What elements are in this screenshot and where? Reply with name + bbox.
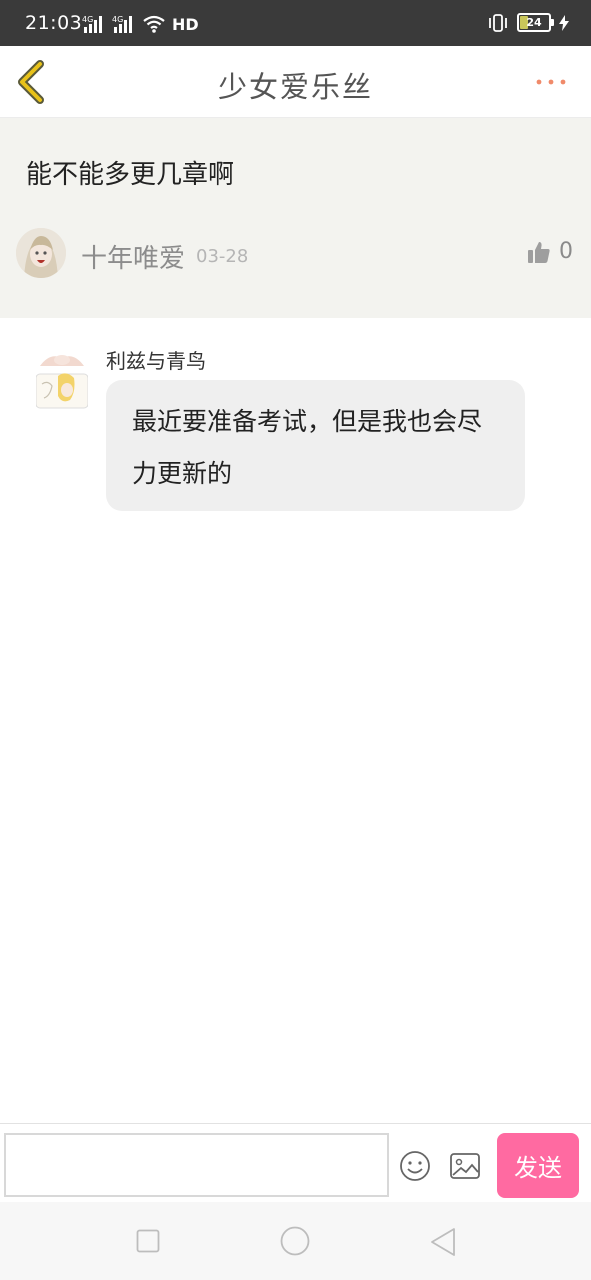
more-button[interactable]	[533, 72, 573, 92]
image-button[interactable]	[449, 1152, 481, 1180]
status-right-icons: 24	[487, 13, 569, 32]
send-button[interactable]: 发送	[497, 1133, 579, 1198]
circle-icon	[280, 1226, 310, 1256]
vibrate-icon	[489, 13, 507, 32]
image-icon	[450, 1153, 480, 1179]
reply-message-bubble: 最近要准备考试，但是我也会尽力更新的	[106, 380, 525, 511]
emoji-button[interactable]	[399, 1150, 431, 1182]
battery-icon: 24	[517, 13, 554, 32]
status-bar: 21:03 4G 4G HD 24	[0, 0, 591, 46]
emoji-icon	[400, 1151, 430, 1181]
charging-icon	[559, 14, 569, 31]
post-date: 03-28	[196, 246, 249, 267]
svg-text:4G: 4G	[82, 15, 93, 24]
svg-text:4G: 4G	[112, 15, 123, 24]
thumbs-up-icon	[528, 241, 550, 263]
wifi-icon	[143, 15, 165, 33]
battery-level: 24	[526, 16, 542, 29]
header-bar: 少女爱乐丝	[0, 46, 591, 118]
square-icon	[136, 1229, 160, 1253]
like-button[interactable]: 0	[527, 239, 573, 264]
reply-username[interactable]: 利兹与青鸟	[106, 345, 206, 374]
triangle-back-icon	[431, 1228, 455, 1256]
hd-label: HD	[172, 14, 199, 34]
reply-avatar[interactable]	[35, 348, 89, 410]
more-dots-icon	[536, 79, 566, 85]
like-count: 0	[559, 239, 573, 264]
post-username[interactable]: 十年唯爱	[81, 238, 185, 275]
home-button[interactable]	[280, 1226, 310, 1256]
recents-button[interactable]	[136, 1229, 160, 1253]
avatar[interactable]	[16, 228, 66, 278]
original-post: 能不能多更几章啊 十年唯爱 03-28 0	[0, 118, 591, 318]
user-avatar-image	[16, 228, 66, 278]
signal-4g-icon: 4G	[82, 15, 102, 33]
status-network-icons: 4G 4G HD	[82, 13, 199, 35]
post-content: 能不能多更几章啊	[26, 160, 235, 190]
system-nav-bar	[0, 1202, 591, 1280]
comment-input-bar: 发送	[0, 1123, 591, 1203]
signal-4g-icon: 4G	[112, 15, 132, 33]
system-back-button[interactable]	[430, 1227, 456, 1257]
user-avatar-image	[35, 348, 89, 409]
page-title: 少女爱乐丝	[217, 70, 373, 104]
status-time: 21:03	[25, 12, 83, 34]
comment-input[interactable]	[4, 1133, 389, 1197]
